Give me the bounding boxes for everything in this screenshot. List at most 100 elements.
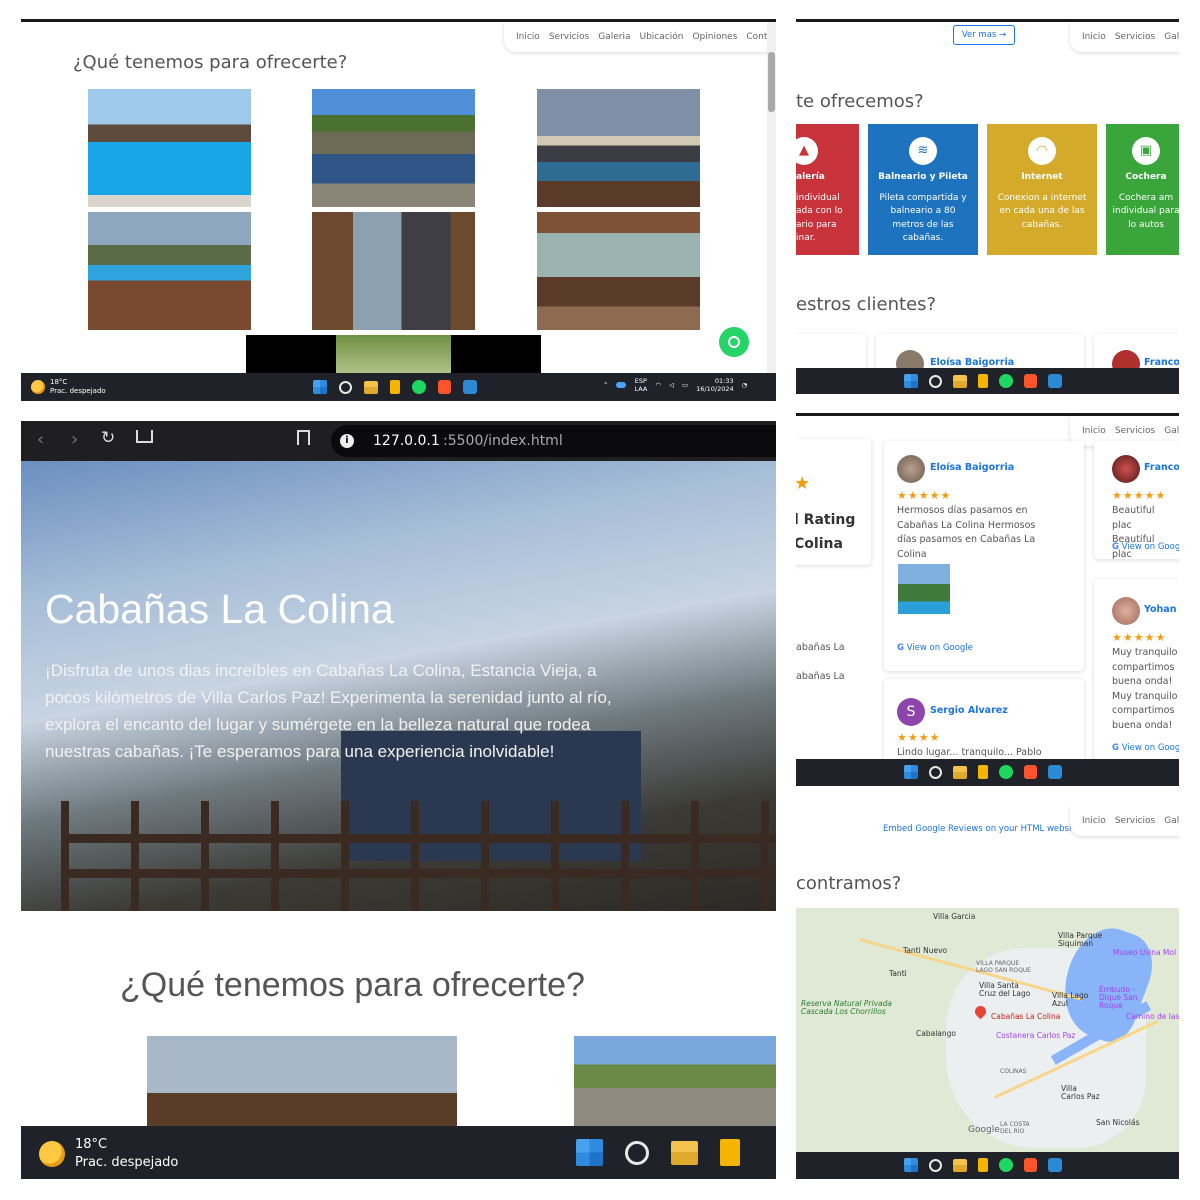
nav-inicio[interactable]: Inicio	[1082, 426, 1106, 436]
avatar: S	[897, 698, 925, 726]
file-explorer-icon[interactable]	[953, 765, 967, 779]
nav-galeria[interactable]: Galer	[1164, 426, 1179, 436]
search-icon[interactable]	[929, 765, 942, 779]
notification-icon[interactable]: ◔	[742, 381, 748, 389]
view-on-google-link[interactable]: G View on Goog	[1112, 741, 1179, 756]
nav-servicios[interactable]: Servicios	[549, 32, 589, 42]
photo-kitchen[interactable]	[537, 212, 700, 330]
map-label: Costanera Carlos Paz	[996, 1031, 1076, 1040]
search-icon[interactable]	[339, 380, 352, 394]
nav-galeria[interactable]: Galer	[1164, 32, 1179, 42]
brave-icon[interactable]	[1024, 1158, 1037, 1172]
review-photo[interactable]	[898, 564, 950, 614]
photo-bedroom[interactable]	[312, 212, 475, 330]
embed-reviews-link[interactable]: Embed Google Reviews on your HTML websit…	[883, 824, 1075, 834]
address-bar[interactable]: i 127.0.0.1 :5500/index.html	[331, 425, 776, 457]
view-on-google-link[interactable]: G View on Goog	[1112, 540, 1179, 555]
nav-opiniones[interactable]: Opiniones	[692, 32, 737, 42]
info-icon[interactable]: i	[340, 434, 354, 448]
vscode-icon[interactable]	[1048, 374, 1062, 388]
vscode-icon[interactable]	[463, 380, 477, 394]
search-icon[interactable]	[625, 1140, 649, 1165]
photo-sunset-pool[interactable]	[537, 89, 700, 207]
home-icon[interactable]	[136, 430, 153, 443]
rating-stars: ★★★★★	[1112, 489, 1167, 502]
reload-icon[interactable]: ↻	[101, 428, 115, 448]
ver-mas-button[interactable]: Ver mas →	[953, 25, 1015, 45]
weather-text: Prac. despejado	[50, 387, 106, 395]
scrollbar[interactable]	[767, 22, 776, 373]
nav-inicio[interactable]: Inicio	[1082, 32, 1106, 42]
photo-pool-deck[interactable]	[88, 89, 251, 207]
brave-icon[interactable]	[438, 380, 451, 394]
search-icon[interactable]	[929, 374, 942, 388]
start-icon[interactable]	[904, 1158, 918, 1172]
vscode-icon[interactable]	[1048, 1158, 1062, 1172]
bookmark-icon[interactable]	[297, 430, 310, 445]
nav-servicios[interactable]: Servicios	[1115, 426, 1155, 436]
service-title: Internet	[1021, 172, 1063, 182]
nav-ubicacion[interactable]: Ubicación	[640, 32, 684, 42]
hero-screenshot: ‹ › ↻ i 127.0.0.1 :5500/index.html Cabañ…	[21, 421, 776, 1179]
photo-river-large[interactable]	[574, 1036, 776, 1131]
nav-inicio[interactable]: Inicio	[1082, 816, 1106, 826]
chevron-up-icon[interactable]: ⌃	[603, 381, 608, 389]
nav-inicio[interactable]: Inicio	[516, 32, 540, 42]
file-explorer-icon[interactable]	[953, 1158, 967, 1172]
nav-servicios[interactable]: Servicios	[1115, 32, 1155, 42]
file-explorer-icon[interactable]	[671, 1140, 698, 1165]
notes-icon[interactable]	[390, 380, 400, 394]
lang-layout[interactable]: LAA	[634, 385, 647, 393]
photo-river[interactable]	[312, 89, 475, 207]
battery-icon[interactable]: ▭	[682, 381, 688, 389]
spotify-icon[interactable]	[999, 1158, 1013, 1172]
forward-icon[interactable]: ›	[71, 429, 78, 450]
photo-deck-large[interactable]	[147, 1036, 457, 1131]
clock-date[interactable]: 16/10/2024	[696, 385, 733, 393]
photo-pool-terrace[interactable]	[88, 212, 251, 330]
hero-section: Cabañas La Colina ¡Disfruta de unos dias…	[21, 461, 776, 911]
search-icon[interactable]	[929, 1158, 942, 1172]
google-map[interactable]: Villa Garcia Villa Parque Siquiman Museo…	[796, 908, 1179, 1152]
notes-icon[interactable]	[978, 374, 988, 388]
clock-time[interactable]: 01:33	[696, 377, 734, 385]
notes-icon[interactable]	[720, 1139, 740, 1166]
google-g-icon: G	[897, 643, 904, 653]
weather-widget[interactable]: 18°C Prac. despejado	[39, 1136, 178, 1172]
weather-widget[interactable]: 18°C Prac. despejado	[31, 378, 106, 396]
start-icon[interactable]	[904, 374, 918, 388]
spotify-icon[interactable]	[999, 374, 1013, 388]
start-icon[interactable]	[904, 765, 918, 779]
brave-icon[interactable]	[1024, 765, 1037, 779]
start-icon[interactable]	[313, 380, 327, 394]
view-on-google-link[interactable]: G View on Google	[897, 641, 973, 656]
start-icon[interactable]	[576, 1139, 603, 1166]
brave-icon[interactable]	[1024, 374, 1037, 388]
reviewer-name[interactable]: Yohan	[1144, 603, 1176, 618]
service-card-parrilla: ▲ alería individual ada con lo ario para…	[796, 124, 859, 255]
notes-icon[interactable]	[978, 765, 988, 779]
notes-icon[interactable]	[978, 1158, 988, 1172]
vscode-icon[interactable]	[1048, 765, 1062, 779]
spotify-icon[interactable]	[999, 765, 1013, 779]
video-embed[interactable]	[246, 335, 541, 373]
back-icon[interactable]: ‹	[37, 429, 44, 450]
file-explorer-icon[interactable]	[364, 380, 378, 394]
volume-icon[interactable]: ◁	[669, 381, 674, 389]
lang-code[interactable]: ESP	[634, 377, 647, 385]
spotify-icon[interactable]	[412, 380, 426, 394]
reviewer-name[interactable]: Eloísa Baigorria	[930, 461, 1014, 476]
nav-servicios[interactable]: Servicios	[1115, 816, 1155, 826]
nav-galeria[interactable]: Galeria	[598, 32, 630, 42]
rating-place: Colina	[796, 536, 843, 552]
taskbar: 18°C Prac. despejado	[21, 1126, 776, 1179]
onedrive-icon[interactable]	[616, 382, 627, 388]
reviewer-name[interactable]: Sergio Alvarez	[930, 704, 1008, 719]
whatsapp-button[interactable]	[719, 327, 749, 357]
scrollbar-thumb[interactable]	[768, 52, 775, 112]
reviewer-name[interactable]: Franco	[1144, 461, 1179, 476]
gallery-title-large: ¿Qué tenemos para ofrecerte?	[120, 966, 585, 1004]
nav-galeria[interactable]: Galer	[1164, 816, 1179, 826]
file-explorer-icon[interactable]	[953, 374, 967, 388]
wifi-icon[interactable]: ◠	[655, 381, 661, 389]
